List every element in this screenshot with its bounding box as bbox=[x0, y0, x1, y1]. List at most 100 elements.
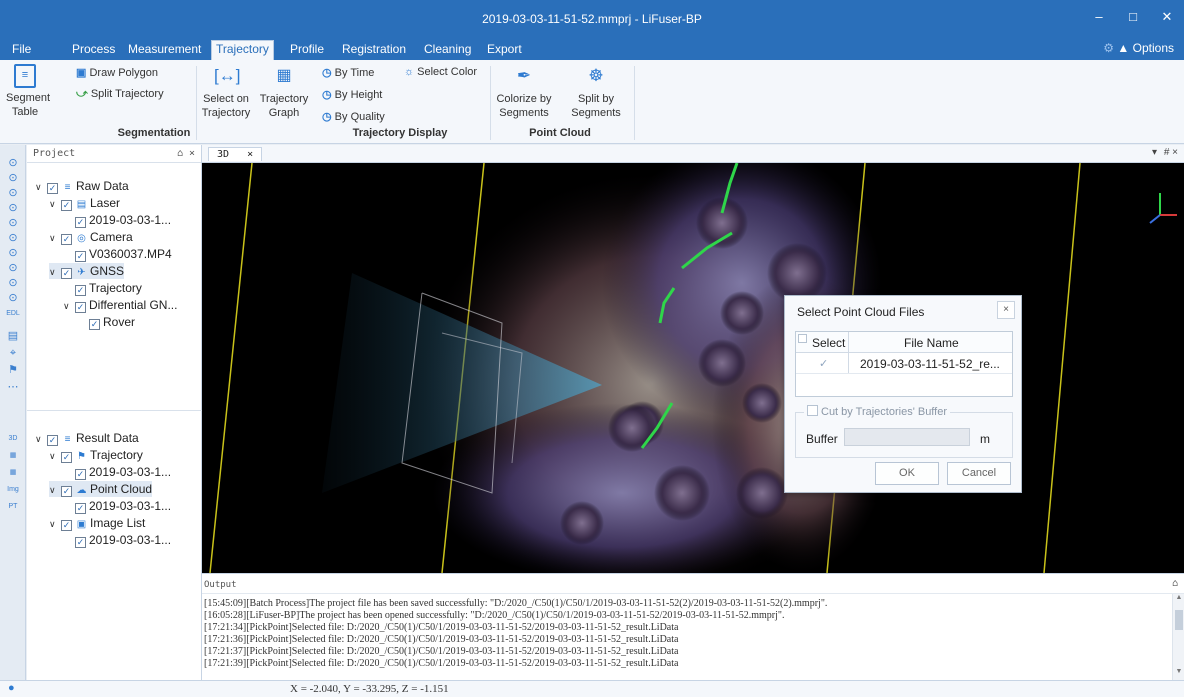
row-checkbox[interactable]: ✓ bbox=[819, 357, 828, 370]
chevron-down-icon[interactable]: ∨ bbox=[49, 516, 61, 532]
chevron-down-icon[interactable]: ∨ bbox=[49, 264, 61, 280]
cancel-button[interactable]: Cancel bbox=[947, 462, 1011, 485]
scroll-down-icon[interactable]: ▼ bbox=[1173, 668, 1184, 680]
tree-checkbox[interactable]: ✓ bbox=[75, 469, 86, 480]
ok-button[interactable]: OK bbox=[875, 462, 939, 485]
menu-measurement[interactable]: Measurement bbox=[124, 41, 205, 60]
scroll-up-icon[interactable]: ▲ bbox=[1173, 594, 1184, 606]
options-menu[interactable]: ⚙ ▲ Options bbox=[1103, 41, 1174, 55]
view-tool-icon[interactable]: ⊙ bbox=[5, 277, 21, 290]
tree-node[interactable]: ✓ V0360037.MP4 bbox=[63, 246, 172, 262]
tree-checkbox[interactable]: ✓ bbox=[75, 251, 86, 262]
tree-node[interactable]: ∨ ✓ ▤ Laser bbox=[49, 195, 120, 211]
tab-close-icon[interactable]: × bbox=[247, 149, 253, 160]
select-on-trajectory-button[interactable]: [↔] Select on Trajectory bbox=[198, 64, 254, 120]
view-tool-icon[interactable]: ⊙ bbox=[5, 217, 21, 230]
select-all-checkbox[interactable] bbox=[798, 334, 807, 343]
3d-viewport[interactable] bbox=[202, 163, 1184, 573]
tree-checkbox[interactable]: ✓ bbox=[47, 435, 58, 446]
view-tool-icon[interactable]: ⊙ bbox=[5, 232, 21, 245]
by-time-button[interactable]: ◷ By Time bbox=[322, 66, 374, 79]
tree-node[interactable]: ✓ 2019-03-03-1... bbox=[63, 212, 171, 228]
split-trajectory-button[interactable]: ⤻ Split Trajectory bbox=[76, 88, 164, 101]
tree-node[interactable]: ∨ ✓ ▣ Image List bbox=[49, 515, 145, 531]
tree-node[interactable]: ✓ Rover bbox=[77, 314, 135, 330]
tree-checkbox[interactable]: ✓ bbox=[75, 217, 86, 228]
tool-icon[interactable]: ⚑ bbox=[5, 364, 21, 377]
chevron-down-icon[interactable]: ∨ bbox=[49, 482, 61, 498]
by-quality-button[interactable]: ◷ By Quality bbox=[322, 110, 385, 123]
select-color-button[interactable]: ☼ Select Color bbox=[404, 66, 477, 78]
view-tool-icon[interactable]: ⊙ bbox=[5, 202, 21, 215]
tree-node[interactable]: ∨ ✓ Differential GN... bbox=[63, 297, 177, 313]
menu-export[interactable]: Export bbox=[483, 41, 526, 60]
tree-checkbox[interactable]: ✓ bbox=[61, 268, 72, 279]
view-controls[interactable]: ▾ # × bbox=[1152, 147, 1178, 158]
menu-cleaning[interactable]: Cleaning bbox=[420, 41, 475, 60]
tool-icon[interactable]: ⋯ bbox=[5, 381, 21, 394]
tree-checkbox[interactable]: ✓ bbox=[75, 537, 86, 548]
view-tool-icon[interactable]: ⊙ bbox=[5, 247, 21, 260]
pin-icon[interactable]: ⌂ bbox=[1172, 578, 1178, 589]
tree-node[interactable]: ∨ ✓ ≡ Result Data bbox=[35, 430, 139, 446]
chevron-down-icon[interactable]: ∨ bbox=[49, 448, 61, 464]
panel-toggle-icon[interactable]: 3D bbox=[5, 432, 21, 445]
tool-icon[interactable]: ⌖ bbox=[5, 347, 21, 360]
split-by-segments-button[interactable]: ☸ Split by Segments bbox=[566, 64, 626, 120]
tree-node[interactable]: ✓ Trajectory bbox=[63, 280, 142, 296]
edl-toggle[interactable]: EDL bbox=[5, 307, 21, 320]
menu-trajectory[interactable]: Trajectory bbox=[211, 40, 274, 60]
view-tool-icon[interactable]: ⊙ bbox=[5, 292, 21, 305]
tree-checkbox[interactable]: ✓ bbox=[61, 234, 72, 245]
view-tool-icon[interactable]: ⊙ bbox=[5, 172, 21, 185]
tool-icon[interactable]: ▤ bbox=[5, 330, 21, 343]
tree-checkbox[interactable]: ✓ bbox=[61, 200, 72, 211]
close-button[interactable]: ✕ bbox=[1152, 9, 1182, 25]
cut-by-buffer-checkbox[interactable]: Cut by Trajectories' Buffer bbox=[804, 405, 951, 418]
tree-checkbox[interactable]: ✓ bbox=[89, 319, 100, 330]
menu-file[interactable]: File bbox=[8, 41, 35, 60]
menu-process[interactable]: Process bbox=[68, 41, 119, 60]
segment-table-button[interactable]: ≡ Segment Table bbox=[6, 64, 50, 119]
minimize-button[interactable]: – bbox=[1084, 9, 1114, 24]
tree-node[interactable]: ∨ ✓ ☁ Point Cloud bbox=[49, 481, 153, 498]
tree-checkbox[interactable]: ✓ bbox=[61, 486, 72, 497]
tree-checkbox[interactable]: ✓ bbox=[47, 183, 58, 194]
tab-3d[interactable]: 3D × bbox=[208, 147, 263, 161]
chevron-down-icon[interactable]: ∨ bbox=[49, 230, 61, 246]
output-log[interactable]: [15:45:09][Batch Process]The project fil… bbox=[204, 598, 1164, 670]
panel-toggle-icon[interactable]: ▦ bbox=[5, 449, 21, 462]
menu-profile[interactable]: Profile bbox=[286, 41, 328, 60]
pin-close-icon[interactable]: ⌂ × bbox=[177, 148, 195, 159]
scroll-thumb[interactable] bbox=[1175, 610, 1183, 630]
output-scrollbar[interactable]: ▲ ▼ bbox=[1172, 594, 1184, 680]
view-tool-icon[interactable]: ⊙ bbox=[5, 262, 21, 275]
tree-checkbox[interactable]: ✓ bbox=[75, 503, 86, 514]
view-tool-icon[interactable]: ⊙ bbox=[5, 187, 21, 200]
chevron-down-icon[interactable]: ∨ bbox=[49, 196, 61, 212]
panel-toggle-icon[interactable]: ▦ bbox=[5, 466, 21, 479]
chevron-down-icon[interactable]: ∨ bbox=[35, 179, 47, 195]
tree-node[interactable]: ✓ 2019-03-03-1... bbox=[63, 498, 171, 514]
by-height-button[interactable]: ◷ By Height bbox=[322, 88, 382, 101]
table-row[interactable]: ✓ 2019-03-03-11-51-52_re... bbox=[796, 353, 1012, 374]
tree-checkbox[interactable]: ✓ bbox=[75, 285, 86, 296]
panel-toggle-icon[interactable]: PT bbox=[5, 500, 21, 513]
chevron-down-icon[interactable]: ∨ bbox=[35, 431, 47, 447]
tree-node[interactable]: ✓ 2019-03-03-1... bbox=[63, 532, 171, 548]
tree-node[interactable]: ∨ ✓ ✈ GNSS bbox=[49, 263, 125, 280]
colorize-by-segments-button[interactable]: ✒ Colorize by Segments bbox=[494, 64, 554, 120]
tree-node[interactable]: ∨ ✓ ◎ Camera bbox=[49, 229, 133, 245]
dialog-close-button[interactable]: × bbox=[997, 301, 1015, 319]
tree-checkbox[interactable]: ✓ bbox=[75, 302, 86, 313]
tree-checkbox[interactable]: ✓ bbox=[61, 520, 72, 531]
menu-registration[interactable]: Registration bbox=[338, 41, 410, 60]
tree-node[interactable]: ∨ ✓ ≡ Raw Data bbox=[35, 178, 129, 194]
panel-toggle-icon[interactable]: Img bbox=[5, 483, 21, 496]
trajectory-graph-button[interactable]: ▦ Trajectory Graph bbox=[256, 64, 312, 120]
tree-node[interactable]: ✓ 2019-03-03-1... bbox=[63, 464, 171, 480]
tree-node[interactable]: ∨ ✓ ⚑ Trajectory bbox=[49, 447, 143, 463]
view-tool-icon[interactable]: ⊙ bbox=[5, 157, 21, 170]
maximize-button[interactable]: □ bbox=[1118, 9, 1148, 24]
chevron-down-icon[interactable]: ∨ bbox=[63, 298, 75, 314]
